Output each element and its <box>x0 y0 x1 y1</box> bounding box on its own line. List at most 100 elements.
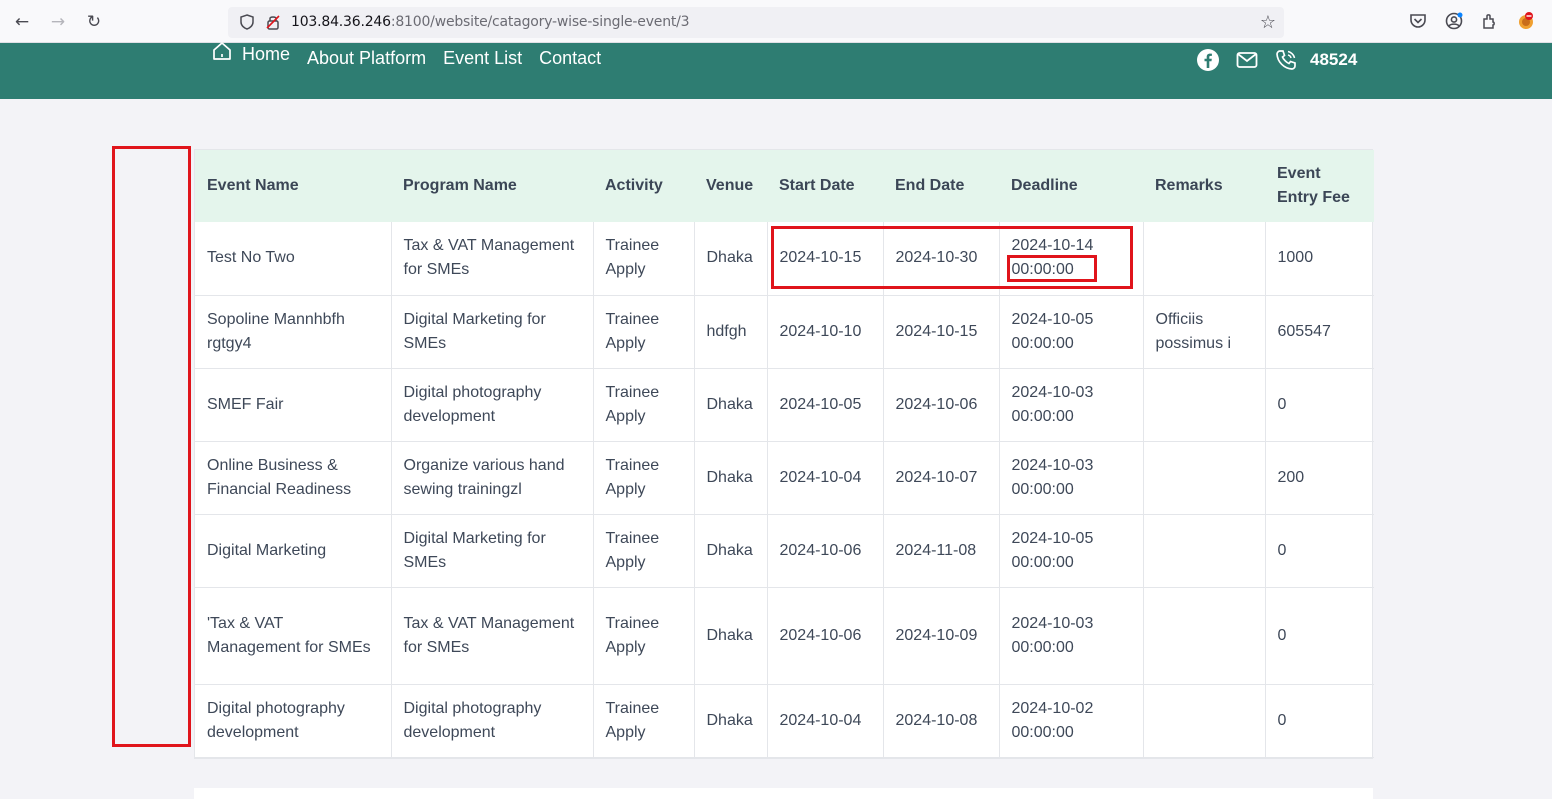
col-venue: Venue <box>706 177 754 194</box>
col-deadline: Deadline <box>1011 177 1078 194</box>
cell-program-name: Digital photography development <box>390 367 594 442</box>
phone-number: 48524 <box>1310 50 1358 69</box>
cell-remarks <box>1142 367 1266 442</box>
col-start-date: Start Date <box>779 177 855 194</box>
cell-start-date: 2024-10-15 <box>766 222 884 296</box>
col-end-date: End Date <box>895 177 965 194</box>
bookmark-star-icon[interactable]: ☆ <box>1260 12 1276 33</box>
cell-end-date: 2024-10-08 <box>882 683 1000 758</box>
cell-entry-fee: 1000 <box>1264 222 1374 296</box>
cell-entry-fee: 200 <box>1264 440 1374 515</box>
col-activity: Activity <box>605 177 663 194</box>
nav-about-platform[interactable]: About Platform <box>307 48 426 69</box>
nav-contact[interactable]: Contact <box>539 48 601 69</box>
phone-icon[interactable] <box>1274 48 1298 72</box>
cell-activity: Trainee Apply <box>592 586 695 685</box>
nav-home-label[interactable]: Home <box>242 44 290 65</box>
cell-end-date: 2024-10-06 <box>882 367 1000 442</box>
cell-venue: Dhaka <box>693 586 768 685</box>
col-program-name: Program Name <box>403 177 517 194</box>
col-event-name: Event Name <box>207 177 299 194</box>
nav-event-list[interactable]: Event List <box>443 48 522 69</box>
back-icon[interactable]: ← <box>11 11 33 33</box>
extensions-icon[interactable] <box>1480 11 1500 31</box>
cell-venue: Dhaka <box>693 683 768 758</box>
cell-program-name: Organize various hand sewing trainingzl <box>390 440 594 515</box>
cell-end-date: 2024-10-30 <box>882 222 1000 296</box>
cell-event-name: SMEF Fair <box>195 367 392 442</box>
cell-remarks <box>1142 440 1266 515</box>
forward-icon[interactable]: → <box>47 11 69 33</box>
cell-activity: Trainee Apply <box>592 683 695 758</box>
cell-program-name: Tax & VAT Management for SMEs <box>390 222 594 296</box>
cell-program-name: Digital Marketing for SMEs <box>390 294 594 369</box>
cell-end-date: 2024-10-07 <box>882 440 1000 515</box>
table-row[interactable]: Test No Two Tax & VAT Management for SME… <box>195 222 1374 296</box>
cell-activity: Trainee Apply <box>592 222 695 296</box>
cell-start-date: 2024-10-04 <box>766 440 884 515</box>
cell-venue: Dhaka <box>693 222 768 296</box>
table-row[interactable]: SMEF Fair Digital photography developmen… <box>195 367 1374 442</box>
cell-activity: Trainee Apply <box>592 294 695 369</box>
cell-remarks <box>1142 513 1266 588</box>
cell-start-date: 2024-10-06 <box>766 513 884 588</box>
cell-activity: Trainee Apply <box>592 513 695 588</box>
cell-entry-fee: 0 <box>1264 586 1374 685</box>
cell-entry-fee: 605547 <box>1264 294 1374 369</box>
cell-end-date: 2024-10-15 <box>882 294 1000 369</box>
url-text: 103.84.36.246:8100/website/catagory-wise… <box>291 14 690 30</box>
cell-start-date: 2024-10-04 <box>766 683 884 758</box>
cell-entry-fee: 0 <box>1264 513 1374 588</box>
cell-start-date: 2024-10-10 <box>766 294 884 369</box>
cell-venue: Dhaka <box>693 440 768 515</box>
cell-activity: Trainee Apply <box>592 440 695 515</box>
table-row[interactable]: Online Business & Financial Readiness Or… <box>195 440 1374 515</box>
cell-deadline: 2024-10-02 00:00:00 <box>998 683 1144 758</box>
cell-venue: hdfgh <box>693 294 768 369</box>
cell-event-name: Online Business & Financial Readiness <box>195 440 392 515</box>
col-entry-fee: Event Entry Fee <box>1277 165 1350 206</box>
contact-area: 48524 <box>1196 48 1357 72</box>
cell-deadline: 2024-10-05 00:00:00 <box>998 513 1144 588</box>
table-row[interactable]: Sopoline Mannhbfh rgtgy4 Digital Marketi… <box>195 294 1374 369</box>
cell-deadline: 2024-10-14 00:00:00 <box>998 222 1144 296</box>
cell-entry-fee: 0 <box>1264 683 1374 758</box>
table-row[interactable]: Digital Marketing Digital Marketing for … <box>195 513 1374 588</box>
pocket-icon[interactable] <box>1408 11 1428 31</box>
home-icon <box>213 42 231 60</box>
site-header: Home About Platform Event List Contact 4… <box>0 42 1552 99</box>
cell-deadline: 2024-10-05 00:00:00 <box>998 294 1144 369</box>
nav-home[interactable]: Home <box>210 42 307 65</box>
cell-remarks <box>1142 683 1266 758</box>
account-icon[interactable] <box>1444 11 1464 31</box>
cell-end-date: 2024-11-08 <box>882 513 1000 588</box>
browser-toolbar: ← → ↻ 103.84.36.246:8100/website/catagor… <box>0 0 1552 43</box>
reload-icon[interactable]: ↻ <box>83 11 105 33</box>
mail-icon[interactable] <box>1235 48 1259 72</box>
profile-avatar-icon[interactable] <box>1516 11 1536 31</box>
annotation-box-left-column <box>112 146 191 747</box>
cell-event-name: Digital Marketing <box>195 513 392 588</box>
cell-program-name: Digital Marketing for SMEs <box>390 513 594 588</box>
col-remarks: Remarks <box>1155 177 1223 194</box>
cell-deadline: 2024-10-03 00:00:00 <box>998 440 1144 515</box>
cell-remarks <box>1142 586 1266 685</box>
cell-end-date: 2024-10-09 <box>882 586 1000 685</box>
cell-start-date: 2024-10-05 <box>766 367 884 442</box>
cell-activity: Trainee Apply <box>592 367 695 442</box>
table-header-row: Event Name Program Name Activity Venue S… <box>195 150 1374 222</box>
insecure-lock-icon <box>266 15 280 30</box>
main-nav: Home About Platform Event List Contact <box>210 42 618 73</box>
events-table: Event Name Program Name Activity Venue S… <box>194 149 1374 759</box>
cell-venue: Dhaka <box>693 367 768 442</box>
cell-remarks <box>1142 222 1266 296</box>
table-row[interactable]: 'Tax & VAT Management for SMEs Tax & VAT… <box>195 586 1374 685</box>
next-section-card <box>194 788 1373 799</box>
shield-icon <box>240 14 254 30</box>
url-bar[interactable]: 103.84.36.246:8100/website/catagory-wise… <box>228 7 1284 38</box>
table-row[interactable]: Digital photography development Digital … <box>195 683 1374 758</box>
facebook-icon[interactable] <box>1196 48 1220 72</box>
cell-program-name: Digital photography development <box>390 683 594 758</box>
cell-deadline: 2024-10-03 00:00:00 <box>998 367 1144 442</box>
cell-event-name: Test No Two <box>195 222 392 296</box>
